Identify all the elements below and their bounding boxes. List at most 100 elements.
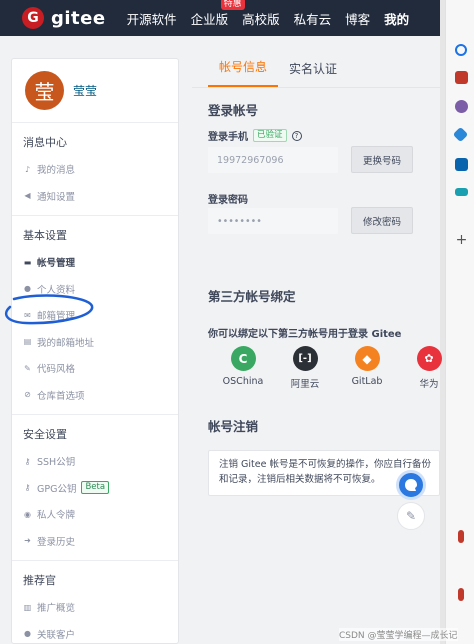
tab-account-info[interactable]: 帐号信息 — [208, 58, 279, 87]
third-party-title: 第三方帐号绑定 — [208, 289, 296, 304]
provider-label: OSChina — [222, 376, 264, 387]
tab-real-name[interactable]: 实名认证 — [278, 60, 348, 87]
edit-button[interactable]: ✎ — [397, 502, 425, 530]
phone-field: 19972967096 — [208, 147, 338, 173]
sidebar-item-label: 帐号管理 — [37, 258, 76, 270]
third-party-desc: 你可以绑定以下第三方帐号用于登录 Gitee — [208, 329, 402, 340]
huawei-icon: ✿ — [416, 346, 442, 371]
nav-link-open-source[interactable]: 开源软件 — [127, 9, 177, 28]
chat-icon — [405, 479, 417, 491]
sidebar-item-my-messages[interactable]: ♪ 我的消息 — [12, 156, 178, 183]
account-cancel-title: 帐号注销 — [208, 419, 259, 434]
briefcase-icon[interactable] — [455, 71, 468, 84]
tab-bar: 帐号信息 实名认证 — [192, 44, 440, 88]
settings-sidebar: 莹 莹莹 消息中心 ♪ 我的消息 ◀ 通知设置 基本设置 ▬ 帐号管理 ● 个人资料 ✉… — [11, 58, 179, 644]
sidebar-item-label: 私人令牌 — [37, 510, 76, 522]
sidebar-item-label: GPG公钥 — [37, 483, 77, 495]
password-field: •••••••• — [208, 208, 338, 234]
provider-label: 华为 — [419, 379, 439, 390]
sidebar-item-label: 我的邮箱地址 — [37, 337, 95, 349]
users-icon: ● — [24, 629, 31, 639]
provider-label: 阿里云 — [290, 379, 320, 390]
nav-link-enterprise-label: 企业版 — [190, 11, 229, 27]
section-title-messages: 消息中心 — [23, 136, 67, 149]
section-title-referral: 推荐官 — [23, 574, 56, 587]
provider-list: C OSChina [-] 阿里云 ◆ GitLab ✿ 华为 — [212, 346, 460, 390]
side-tool-icon-1[interactable] — [458, 530, 464, 543]
phone-label-text: 登录手机 — [208, 132, 248, 143]
section-title-basic: 基本设置 — [23, 229, 67, 242]
question-icon[interactable]: ? — [291, 130, 302, 141]
key-icon: ⚷ — [24, 456, 31, 466]
sidebar-item-notify-settings[interactable]: ◀ 通知设置 — [12, 183, 178, 210]
nav-links: 开源软件 企业版 特惠 高校版 私有云 博客 我的 — [127, 0, 424, 36]
nav-link-enterprise[interactable]: 企业版 特惠 — [190, 0, 245, 28]
sidebar-item-login-history[interactable]: ➜ 登录历史 — [12, 528, 178, 555]
provider-gitlab[interactable]: ◆ GitLab — [336, 346, 398, 390]
search-icon[interactable] — [455, 44, 467, 56]
chart-icon: ▥ — [23, 602, 32, 612]
id-card-icon: ▬ — [23, 257, 32, 267]
feedback-button[interactable] — [396, 470, 426, 500]
section-security: 安全设置 ⚷ SSH公钥 ⚷ GPG公钥 Beta ◉ 私人令牌 ➜ 登录历史 — [12, 415, 178, 561]
aliyun-icon: [-] — [292, 346, 318, 371]
bell-icon: ♪ — [24, 164, 31, 174]
beta-badge: Beta — [81, 481, 110, 495]
sidebar-item-label: 代码风格 — [37, 364, 76, 376]
section-referral: 推荐官 ▥ 推广概览 ● 关联客户 — [12, 561, 178, 644]
sidebar-item-code-style[interactable]: ✎ 代码风格 — [12, 355, 178, 382]
top-nav: G gitee 开源软件 企业版 特惠 高校版 私有云 博客 我的 — [0, 0, 440, 36]
key-icon: ⚷ — [24, 483, 31, 493]
edit-icon: ✎ — [405, 509, 417, 523]
user-card: 莹 莹莹 — [12, 59, 178, 123]
login-account-title: 登录帐号 — [208, 103, 259, 118]
sidebar-item-label: SSH公钥 — [37, 457, 76, 469]
side-tool-icon-2[interactable] — [458, 588, 464, 601]
hot-badge: 特惠 — [220, 0, 245, 10]
section-messages: 消息中心 ♪ 我的消息 ◀ 通知设置 — [12, 123, 178, 216]
sidebar-item-linked-customers[interactable]: ● 关联客户 — [12, 621, 178, 644]
provider-oschina[interactable]: C OSChina — [212, 346, 274, 390]
repo-icon: ⊘ — [24, 390, 31, 400]
verified-badge: 已验证 — [253, 129, 287, 142]
change-phone-button[interactable]: 更换号码 — [351, 146, 413, 173]
sidebar-item-account[interactable]: ▬ 帐号管理 — [12, 249, 178, 276]
provider-huawei[interactable]: ✿ 华为 — [398, 346, 460, 390]
shapes-icon[interactable] — [452, 126, 469, 143]
outlook-icon[interactable] — [455, 158, 468, 171]
volume-icon: ◀ — [24, 191, 31, 201]
send-icon[interactable] — [455, 188, 468, 196]
sidebar-item-my-email-address[interactable]: ▤ 我的邮箱地址 — [12, 329, 178, 356]
phone-label: 登录手机 已验证 ? — [208, 128, 302, 143]
sidebar-item-ssh-keys[interactable]: ⚷ SSH公钥 — [12, 448, 178, 475]
provider-aliyun[interactable]: [-] 阿里云 — [274, 346, 336, 390]
sidebar-item-promo-overview[interactable]: ▥ 推广概览 — [12, 594, 178, 621]
nav-link-mine[interactable]: 我的 — [384, 9, 409, 28]
annotation-circle — [5, 294, 94, 325]
gitee-logo[interactable]: G gitee — [22, 7, 106, 29]
sidebar-item-gpg-keys[interactable]: ⚷ GPG公钥 Beta — [12, 475, 178, 502]
people-icon[interactable] — [455, 100, 468, 113]
sidebar-item-repo-prefs[interactable]: ⊘ 仓库首选项 — [12, 382, 178, 409]
login-icon: ➜ — [24, 536, 31, 546]
change-password-button[interactable]: 修改密码 — [351, 207, 413, 234]
sidebar-item-label: 通知设置 — [37, 191, 76, 203]
avatar[interactable]: 莹 — [25, 71, 64, 110]
user-secret-icon: ◉ — [24, 509, 31, 519]
sidebar-item-label: 我的消息 — [37, 165, 76, 177]
nav-link-private-cloud[interactable]: 私有云 — [294, 9, 332, 28]
brush-icon: ✎ — [24, 363, 31, 373]
gitee-logo-icon: G — [22, 7, 44, 29]
add-icon[interactable]: + — [455, 233, 468, 247]
oschina-icon: C — [230, 346, 256, 371]
section-title-security: 安全设置 — [23, 428, 67, 441]
sidebar-item-label: 登录历史 — [37, 536, 76, 548]
nav-link-education[interactable]: 高校版 — [242, 9, 280, 28]
gitlab-icon: ◆ — [354, 346, 380, 371]
sidebar-item-private-tokens[interactable]: ◉ 私人令牌 — [12, 501, 178, 528]
username[interactable]: 莹莹 — [73, 82, 97, 99]
sidebar-item-label: 仓库首选项 — [37, 390, 85, 402]
main-content: 帐号信息 实名认证 登录帐号 登录手机 已验证 ? 19972967096 更换… — [192, 44, 442, 530]
sidebar-item-label: 关联客户 — [37, 629, 76, 641]
nav-link-blog[interactable]: 博客 — [345, 9, 370, 28]
